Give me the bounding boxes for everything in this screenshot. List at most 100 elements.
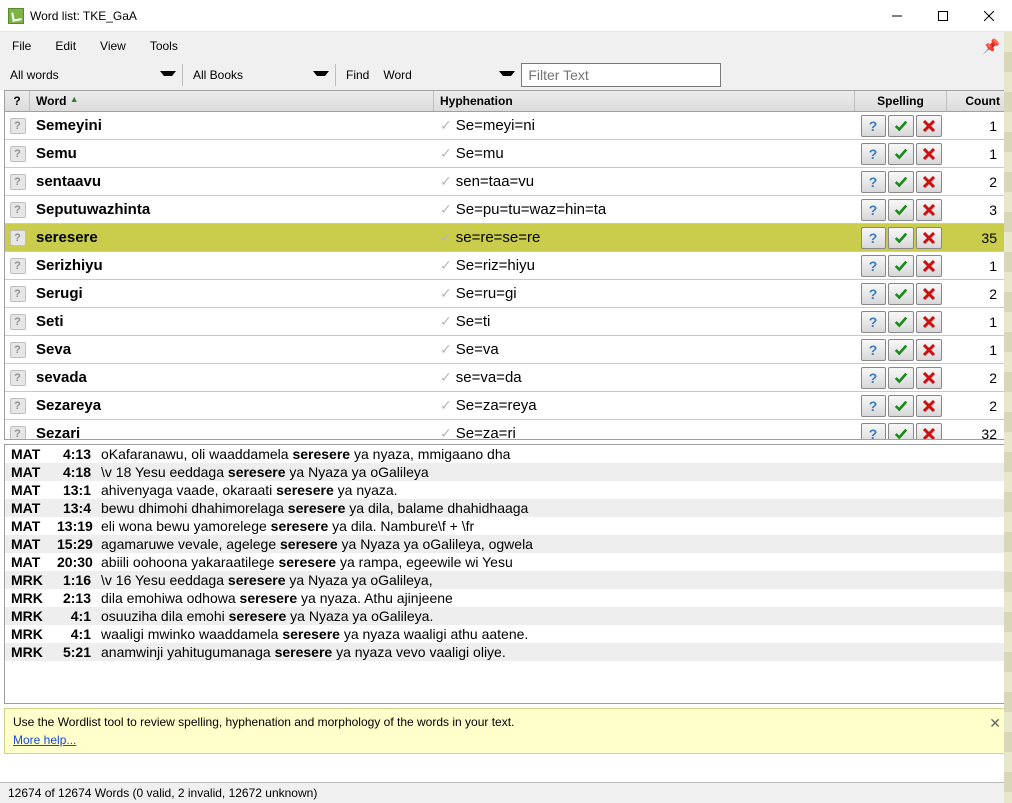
filter-input[interactable]: [521, 63, 721, 87]
spell-valid-button[interactable]: [888, 143, 914, 165]
table-row[interactable]: ?Sezareya✓Se=za=reya?2: [5, 392, 1007, 420]
hyphenation-cell: ✓se=va=da: [434, 369, 855, 386]
spell-unknown-button[interactable]: ?: [861, 115, 886, 137]
spell-unknown-button[interactable]: ?: [861, 143, 886, 165]
spell-unknown-button[interactable]: ?: [861, 395, 886, 417]
concordance-text: anamwinji yahitugumanaga seresere ya nya…: [101, 644, 1001, 660]
table-row[interactable]: ?Serugi✓Se=ru=gi?2: [5, 280, 1007, 308]
table-row[interactable]: ?Semeyini✓Se=meyi=ni?1: [5, 112, 1007, 140]
spell-valid-button[interactable]: [888, 311, 914, 333]
table-row[interactable]: ?sentaavu✓sen=taa=vu?2: [5, 168, 1007, 196]
spell-valid-button[interactable]: [888, 339, 914, 361]
concordance-row[interactable]: MAT20:30abiili oohoona yakaraatilege ser…: [5, 553, 1007, 571]
hyphenation-cell: ✓Se=va: [434, 341, 855, 358]
col-status[interactable]: ?: [5, 91, 30, 111]
concordance-row[interactable]: MAT4:18\v 18 Yesu eeddaga seresere ya Ny…: [5, 463, 1007, 481]
spell-valid-button[interactable]: [888, 227, 914, 249]
tip-more-link[interactable]: More help...: [13, 733, 76, 747]
spell-valid-button[interactable]: [888, 283, 914, 305]
concordance-row[interactable]: MRK4:1waaligi mwinko waaddamela seresere…: [5, 625, 1007, 643]
menu-file[interactable]: File: [0, 35, 43, 57]
concordance-row[interactable]: MAT13:1ahivenyaga vaade, okaraati serese…: [5, 481, 1007, 499]
book-ref: MAT: [11, 482, 57, 498]
tip-close-icon[interactable]: ✕: [989, 715, 1001, 732]
spell-unknown-button[interactable]: ?: [861, 367, 886, 389]
count-cell: 1: [947, 342, 1007, 358]
table-row[interactable]: ?sevada✓se=va=da?2: [5, 364, 1007, 392]
spell-valid-button[interactable]: [888, 423, 914, 440]
book-ref: MRK: [11, 590, 57, 606]
spell-invalid-button[interactable]: [916, 255, 942, 277]
concordance-text: ahivenyaga vaade, okaraati seresere ya n…: [101, 482, 1001, 498]
spell-unknown-button[interactable]: ?: [861, 283, 886, 305]
concordance-row[interactable]: MAT13:19eli wona bewu yamorelege sereser…: [5, 517, 1007, 535]
spell-valid-button[interactable]: [888, 115, 914, 137]
spell-invalid-button[interactable]: [916, 423, 942, 440]
spell-valid-button[interactable]: [888, 171, 914, 193]
maximize-button[interactable]: [920, 0, 966, 32]
check-icon: ✓: [440, 201, 452, 218]
close-button[interactable]: [966, 0, 1012, 32]
menu-edit[interactable]: Edit: [43, 35, 88, 57]
concordance-row[interactable]: MRK5:21anamwinji yahitugumanaga seresere…: [5, 643, 1007, 661]
spell-unknown-button[interactable]: ?: [861, 171, 886, 193]
table-row[interactable]: ?Serizhiyu✓Se=riz=hiyu?1: [5, 252, 1007, 280]
concordance-row[interactable]: MAT4:13oKafaranawu, oli waaddamela seres…: [5, 445, 1007, 463]
count-cell: 2: [947, 398, 1007, 414]
books-dropdown[interactable]: All Books: [189, 66, 329, 84]
pin-icon[interactable]: 📌: [983, 38, 1000, 55]
spell-valid-button[interactable]: [888, 255, 914, 277]
spell-invalid-button[interactable]: [916, 199, 942, 221]
spell-valid-button[interactable]: [888, 199, 914, 221]
minimize-button[interactable]: [874, 0, 920, 32]
grid-body[interactable]: ?Semeyini✓Se=meyi=ni?1?Semu✓Se=mu?1?sent…: [5, 112, 1007, 439]
concordance-row[interactable]: MRK2:13dila emohiwa odhowa seresere ya n…: [5, 589, 1007, 607]
spell-invalid-button[interactable]: [916, 311, 942, 333]
spell-unknown-button[interactable]: ?: [861, 199, 886, 221]
chapter-verse: 5:21: [57, 644, 101, 660]
table-row[interactable]: ?Sezari✓Se=za=ri?32: [5, 420, 1007, 439]
spell-invalid-button[interactable]: [916, 227, 942, 249]
menu-view[interactable]: View: [88, 35, 138, 57]
spell-valid-button[interactable]: [888, 367, 914, 389]
spell-unknown-button[interactable]: ?: [861, 311, 886, 333]
spelling-cell: ?: [855, 395, 947, 417]
spell-invalid-button[interactable]: [916, 339, 942, 361]
table-row[interactable]: ?Seva✓Se=va?1: [5, 336, 1007, 364]
col-count[interactable]: Count: [947, 91, 1007, 111]
word-cell: Semeyini: [30, 117, 434, 134]
spell-valid-button[interactable]: [888, 395, 914, 417]
spell-invalid-button[interactable]: [916, 395, 942, 417]
spell-invalid-button[interactable]: [916, 367, 942, 389]
concordance-pane[interactable]: MAT4:13oKafaranawu, oli waaddamela seres…: [4, 444, 1008, 704]
col-word[interactable]: Word ▲: [30, 91, 434, 111]
count-cell: 1: [947, 146, 1007, 162]
spell-unknown-button[interactable]: ?: [861, 255, 886, 277]
table-row[interactable]: ?Semu✓Se=mu?1: [5, 140, 1007, 168]
spell-invalid-button[interactable]: [916, 143, 942, 165]
col-spelling[interactable]: Spelling: [855, 91, 947, 111]
concordance-row[interactable]: MRK1:16\v 16 Yesu eeddaga seresere ya Ny…: [5, 571, 1007, 589]
scope-dropdown[interactable]: All words: [6, 66, 176, 84]
spell-unknown-button[interactable]: ?: [861, 227, 886, 249]
concordance-row[interactable]: MRK4:1osuuziha dila emohi seresere ya Ny…: [5, 607, 1007, 625]
status-cell: ?: [5, 314, 30, 330]
spell-unknown-button[interactable]: ?: [861, 423, 886, 440]
window-title: Word list: TKE_GaA: [30, 9, 874, 23]
hyphenation-cell: ✓Se=za=reya: [434, 397, 855, 414]
concordance-row[interactable]: MAT15:29agamaruwe vevale, agelege serese…: [5, 535, 1007, 553]
table-row[interactable]: ?Seti✓Se=ti?1: [5, 308, 1007, 336]
spell-invalid-button[interactable]: [916, 115, 942, 137]
table-row[interactable]: ?Seputuwazhinta✓Se=pu=tu=waz=hin=ta?3: [5, 196, 1007, 224]
spell-invalid-button[interactable]: [916, 171, 942, 193]
concordance-row[interactable]: MAT13:4bewu dhimohi dhahimorelaga serese…: [5, 499, 1007, 517]
find-field-value: Word: [379, 66, 415, 84]
menu-tools[interactable]: Tools: [138, 35, 190, 57]
find-field-dropdown[interactable]: Word: [379, 66, 515, 84]
spell-invalid-button[interactable]: [916, 283, 942, 305]
spell-unknown-button[interactable]: ?: [861, 339, 886, 361]
col-hyphenation[interactable]: Hyphenation: [434, 91, 855, 111]
menu-bar: File Edit View Tools 📌: [0, 32, 1012, 60]
table-row[interactable]: ?seresere✓se=re=se=re?35: [5, 224, 1007, 252]
books-value: All Books: [189, 66, 247, 84]
